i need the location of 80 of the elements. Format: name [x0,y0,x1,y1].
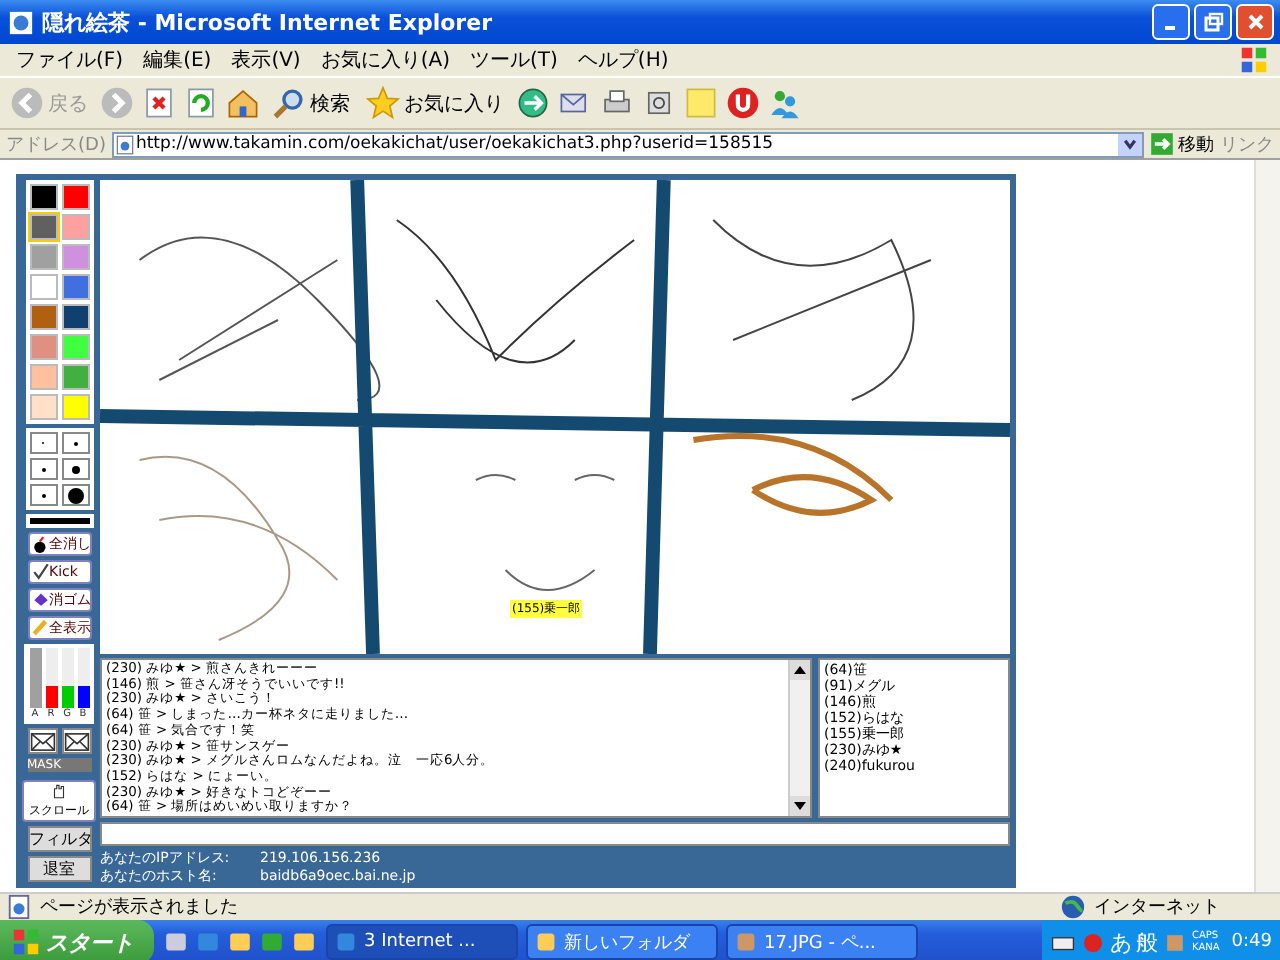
browser-icon [8,9,34,35]
color-swatch[interactable] [61,244,89,270]
menu-item[interactable]: 表示(V) [221,46,311,74]
clock: 0:49 [1231,932,1272,952]
home-icon[interactable] [226,86,260,120]
slider-fill[interactable] [29,647,41,708]
bomb-icon [31,535,49,554]
menu-item[interactable]: ツール(T) [460,46,568,74]
envelope-button[interactable] [61,728,91,754]
zone-text: インターネット [1094,896,1222,920]
close-button[interactable] [1236,4,1274,40]
menu-item[interactable]: 編集(E) [133,46,222,74]
color-swatch[interactable] [29,394,57,420]
slider-fill[interactable] [61,686,73,708]
color-swatch[interactable] [61,304,89,330]
address-field[interactable]: http://www.takamin.com/oekakichat/user/oekakichat3.php?userid=158515 [111,131,1144,157]
slider-fill[interactable] [77,686,89,708]
restore-button[interactable] [1194,4,1232,40]
color-swatch[interactable] [61,394,89,420]
go-button[interactable]: 移動 [1150,131,1214,157]
go-arrow-icon[interactable] [1150,132,1174,156]
messenger-icon[interactable] [768,86,802,120]
color-swatch[interactable] [29,244,57,270]
book-icon[interactable] [258,928,286,956]
color-swatch[interactable] [61,364,89,390]
taskbar-button[interactable]: 17.JPG - ペ... [726,924,918,960]
hand-icon [50,782,68,800]
desktop-icon[interactable] [162,928,190,956]
edit-icon[interactable] [642,86,676,120]
line-width-bar [25,514,93,529]
pencil-icon [31,618,49,637]
minimize-icon [1163,26,1175,30]
color-swatch[interactable] [29,184,57,210]
color-swatch[interactable] [61,214,89,240]
favorites-button[interactable]: お気に入り [362,86,508,120]
globe-icon [1060,894,1086,920]
menu-item[interactable]: ヘルプ(H) [567,46,679,74]
envelope-button[interactable] [27,728,57,754]
refresh-icon[interactable] [184,86,218,120]
color-swatch[interactable] [61,184,89,210]
page-icon[interactable] [113,133,136,155]
check-icon [31,562,49,581]
slider-fill[interactable] [45,686,57,708]
color-swatch[interactable] [29,364,57,390]
color-swatch[interactable] [61,274,89,300]
eraser-icon [31,590,49,609]
scrollbar[interactable] [788,660,810,816]
scroll-up-icon[interactable] [790,660,810,680]
stop-icon[interactable] [142,86,176,120]
minimize-button[interactable] [1152,4,1190,40]
color-swatch[interactable] [29,214,57,240]
u-icon[interactable] [726,86,760,120]
search-icon[interactable] [272,86,306,120]
caret-icon [1122,136,1138,152]
color-swatch[interactable] [61,334,89,360]
window-title: 隠れ絵茶 - Microsoft Internet Explorer [42,7,492,37]
exit-button[interactable]: 退室 [27,856,91,882]
browser-icon[interactable] [334,930,358,954]
color-swatch[interactable] [29,274,57,300]
taskbar-button[interactable]: 新しいフォルダ [526,924,718,960]
close-icon [1245,12,1265,32]
star-icon[interactable] [366,86,400,120]
dropdown-button[interactable] [1118,133,1142,155]
folder-icon[interactable] [226,928,254,956]
address-label: アドレス(D) [6,133,106,157]
search-button[interactable]: 検索 [268,86,354,120]
taskbar-button[interactable]: 3 Internet ... [326,924,518,960]
color-swatch[interactable] [29,304,57,330]
drawing-canvas[interactable] [100,180,1010,654]
status-text: ページが表示されました [40,895,238,920]
menu-item[interactable]: お気に入り(A) [310,46,460,74]
menu-item[interactable]: ファイル(F) [6,46,134,74]
pen-size-button[interactable] [61,484,89,506]
restore-icon [1203,12,1223,32]
pen-size-button[interactable] [61,458,89,480]
filter-button[interactable]: フィルタ [27,826,91,852]
folder-icon[interactable] [290,928,318,956]
color-swatch[interactable] [29,334,57,360]
folder-icon[interactable] [534,930,558,954]
scroll-down-icon[interactable] [790,796,810,816]
